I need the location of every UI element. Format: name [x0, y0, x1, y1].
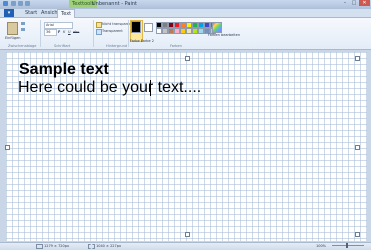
window-title: Unbenannt - Paint	[92, 1, 137, 7]
font-size-select[interactable]: 36	[44, 29, 57, 36]
background-group-label: Hintergrund	[106, 44, 128, 48]
title-bar	[0, 0, 371, 9]
paint-app-icon[interactable]	[3, 1, 8, 6]
selection-size-text: 1040 × 227px	[96, 244, 122, 248]
font-family-select[interactable]: Arial	[44, 22, 73, 29]
maximize-button[interactable]: □	[350, 0, 358, 6]
redo-icon[interactable]	[25, 1, 30, 6]
zoom-level-text: 100%	[316, 244, 327, 248]
text-box-resize-handle[interactable]	[5, 145, 10, 150]
cursor-position-icon	[36, 244, 43, 249]
text-box-resize-handle[interactable]	[355, 56, 360, 61]
tab-text[interactable]: Text	[57, 9, 76, 18]
transparent-option[interactable]: Transparent	[102, 29, 123, 33]
minimize-button[interactable]: –	[341, 0, 349, 6]
text-box-resize-handle[interactable]	[185, 56, 190, 61]
color2-swatch[interactable]	[144, 23, 153, 32]
text-box-resize-handle[interactable]	[355, 145, 360, 150]
text-box-resize-handle[interactable]	[185, 232, 190, 237]
italic-button[interactable]: K	[63, 30, 65, 34]
save-icon[interactable]	[11, 1, 16, 6]
cut-icon[interactable]	[21, 22, 25, 25]
copy-icon[interactable]	[21, 28, 25, 31]
zoom-slider-thumb[interactable]	[346, 243, 348, 248]
color2-label: Farbe 2	[141, 39, 154, 43]
bold-button[interactable]: F	[58, 30, 60, 34]
drawing-canvas[interactable]: Sample text Here could be your text....	[6, 52, 367, 241]
close-button[interactable]: ✕	[359, 0, 370, 6]
group-separator	[128, 20, 129, 47]
font-group-label: Schriftart	[54, 44, 71, 48]
group-separator	[40, 20, 41, 47]
zoom-slider-track[interactable]	[332, 245, 364, 246]
group-separator	[93, 20, 94, 47]
colors-group-label: Farben	[170, 44, 182, 48]
cursor-position-text: 1279 × 720px	[44, 244, 70, 248]
selection-size-icon	[88, 244, 95, 249]
canvas-body-text[interactable]: Here could be your text....	[18, 79, 201, 97]
edit-colors-label[interactable]: Farben bearbeiten	[208, 33, 240, 37]
edit-colors-icon[interactable]	[212, 22, 222, 33]
underline-button[interactable]: U	[68, 30, 71, 34]
canvas-headline-text[interactable]: Sample text	[19, 61, 109, 79]
paste-icon[interactable]	[7, 22, 18, 35]
file-menu-button[interactable]: ▾	[4, 9, 14, 17]
color1-swatch[interactable]	[131, 21, 141, 33]
text-box-resize-handle[interactable]	[355, 232, 360, 237]
clipboard-group-label: Zwischenablage	[8, 44, 37, 48]
text-caret	[150, 80, 151, 96]
undo-icon[interactable]	[18, 1, 23, 6]
paste-button-label[interactable]: Einfügen	[5, 36, 20, 40]
strikethrough-button[interactable]: abc	[73, 30, 79, 34]
